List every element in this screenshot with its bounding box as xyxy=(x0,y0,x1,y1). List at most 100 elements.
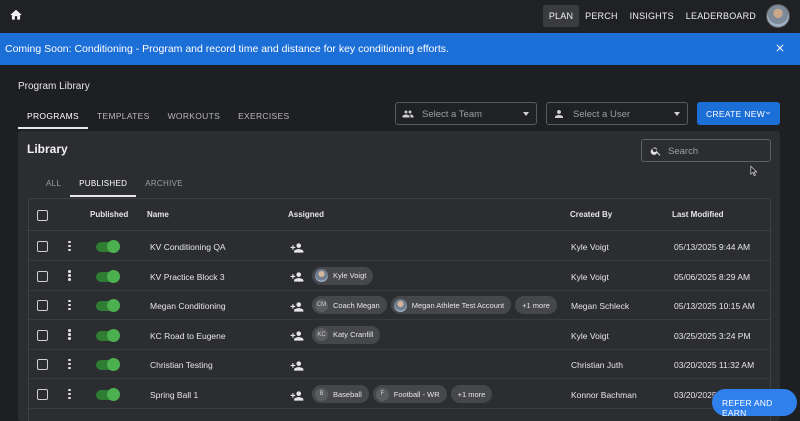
user-select[interactable]: Select a User xyxy=(546,102,688,125)
table-row[interactable]: Megan Conditioning CM Coach Megan Megan Ath… xyxy=(29,290,770,321)
nav-item-perch[interactable]: PERCH xyxy=(579,5,624,27)
published-toggle[interactable] xyxy=(96,299,120,313)
nav-item-leaderboard[interactable]: LEADERBOARD xyxy=(680,5,762,27)
assignee-chip[interactable]: Megan Athlete Test Account xyxy=(390,296,512,315)
assignee-chip[interactable]: F Football - WR xyxy=(372,385,447,403)
tab-programs[interactable]: PROGRAMS xyxy=(18,103,88,129)
create-new-button[interactable]: CREATE NEW xyxy=(697,102,780,125)
assignee-chips: Kyle Voigt xyxy=(312,266,374,285)
person-add-icon[interactable] xyxy=(290,329,304,341)
tab-templates[interactable]: TEMPLATES xyxy=(88,103,159,129)
more-vert-icon[interactable] xyxy=(68,270,71,281)
person-add-icon[interactable] xyxy=(290,389,304,401)
user-avatar[interactable] xyxy=(766,4,790,28)
published-toggle[interactable] xyxy=(96,358,120,372)
nav-item-insights[interactable]: INSIGHTS xyxy=(624,5,680,27)
person-add-icon[interactable] xyxy=(290,270,304,282)
top-nav-bar: PLAN PERCH INSIGHTS LEADERBOARD xyxy=(0,0,800,33)
person-add-icon[interactable] xyxy=(290,359,304,371)
column-name[interactable]: Name xyxy=(147,210,169,219)
page-title: Program Library xyxy=(18,81,90,92)
assignee-label: Coach Megan xyxy=(333,300,380,310)
assignee-chips: CM Coach Megan Megan Athlete Test Account +… xyxy=(312,296,557,315)
program-name[interactable]: KC Road to Eugene xyxy=(150,331,226,341)
program-name[interactable]: Christian Testing xyxy=(150,360,213,370)
column-created-by[interactable]: Created By xyxy=(570,210,612,219)
select-all-checkbox[interactable] xyxy=(37,210,48,221)
subtab-published[interactable]: PUBLISHED xyxy=(70,171,137,197)
assignee-chip[interactable]: CM Coach Megan xyxy=(312,296,387,315)
refer-and-earn-button[interactable]: REFER AND EARN xyxy=(712,389,797,418)
table-row[interactable]: KV Practice Block 3 Kyle Voigt Kyle Voigt 0… xyxy=(29,261,770,291)
refer-and-earn-label: REFER AND EARN xyxy=(722,398,773,418)
last-modified: 05/13/2025 10:15 AM xyxy=(674,301,755,312)
table-row[interactable]: Spring Ball 1 B Baseball F Football - WR +1 m… xyxy=(29,379,770,409)
program-name[interactable]: KV Practice Block 3 xyxy=(150,272,225,282)
more-vert-icon[interactable] xyxy=(68,329,71,340)
search-placeholder: Search xyxy=(668,146,699,157)
more-assignees-chip[interactable]: +1 more xyxy=(515,296,557,315)
library-title: Library xyxy=(27,142,68,156)
team-select[interactable]: Select a Team xyxy=(395,102,537,125)
assignee-avatar xyxy=(393,298,407,312)
row-checkbox[interactable] xyxy=(37,300,48,312)
chevron-down-icon xyxy=(766,111,770,115)
more-vert-icon[interactable] xyxy=(68,388,71,400)
close-icon[interactable] xyxy=(774,42,786,54)
row-checkbox[interactable] xyxy=(37,389,48,400)
last-modified: 05/13/2025 9:44 AM xyxy=(674,242,751,252)
banner-text: Coming Soon: Conditioning - Program and … xyxy=(5,43,449,55)
assignee-label: Megan Athlete Test Account xyxy=(411,300,505,310)
row-checkbox[interactable] xyxy=(37,359,48,371)
assignee-chip[interactable]: B Baseball xyxy=(312,385,369,403)
person-add-icon[interactable] xyxy=(290,300,304,312)
assignee-avatar: KC xyxy=(315,328,328,342)
row-checkbox[interactable] xyxy=(37,329,48,341)
assignee-label: Kyle Voigt xyxy=(333,271,367,281)
nav-item-plan[interactable]: PLAN xyxy=(542,5,580,27)
table-row[interactable]: KC Road to Eugene KC Katy Cranfill Kyle Voi… xyxy=(29,320,770,350)
row-checkbox[interactable] xyxy=(37,241,48,252)
more-assignees-chip[interactable]: +1 more xyxy=(450,385,493,403)
assignee-avatar: F xyxy=(375,387,389,401)
program-name[interactable]: KV Conditioning QA xyxy=(150,242,226,252)
assignee-label: Baseball xyxy=(333,389,362,399)
table-row[interactable]: KV Conditioning QA Kyle Voigt 05/13/2025 9… xyxy=(29,231,770,261)
column-published: Published xyxy=(90,210,129,219)
mouse-cursor-icon xyxy=(750,165,758,177)
published-toggle[interactable] xyxy=(96,388,120,401)
more-vert-icon[interactable] xyxy=(68,240,71,252)
last-modified: 05/06/2025 8:29 AM xyxy=(674,271,751,282)
more-vert-icon[interactable] xyxy=(68,299,71,311)
announcement-banner: Coming Soon: Conditioning - Program and … xyxy=(0,33,800,65)
row-checkbox[interactable] xyxy=(37,270,48,282)
search-input[interactable]: Search xyxy=(641,139,771,162)
published-toggle[interactable] xyxy=(96,328,120,342)
subtab-all[interactable]: ALL xyxy=(37,171,70,197)
published-toggle[interactable] xyxy=(96,240,120,253)
group-icon xyxy=(402,110,414,118)
program-name[interactable]: Megan Conditioning xyxy=(150,301,226,311)
more-vert-icon[interactable] xyxy=(68,358,71,370)
assignee-chips: B Baseball F Football - WR +1 more xyxy=(312,385,493,403)
home-icon[interactable] xyxy=(9,8,23,22)
column-assigned: Assigned xyxy=(288,210,325,219)
person-icon xyxy=(555,110,563,118)
last-modified: 03/25/2025 3:24 PM xyxy=(674,330,751,341)
tab-exercises[interactable]: EXERCISES xyxy=(229,103,298,129)
subtab-archive[interactable]: ARCHIVE xyxy=(136,171,192,197)
chevron-down-icon xyxy=(674,112,680,116)
assignee-chip[interactable]: Kyle Voigt xyxy=(312,266,374,285)
assignee-chip[interactable]: KC Katy Cranfill xyxy=(312,325,381,344)
person-add-icon[interactable] xyxy=(290,241,304,253)
last-modified: 03/20/2025 11:32 AM xyxy=(674,360,755,371)
program-name[interactable]: Spring Ball 1 xyxy=(150,390,198,400)
column-last-modified[interactable]: Last Modified xyxy=(672,210,724,219)
tab-workouts[interactable]: WORKOUTS xyxy=(159,103,229,129)
table-row[interactable]: Christian Testing Christian Juth 03/20/202… xyxy=(29,349,770,380)
assignee-label: Katy Cranfill xyxy=(333,330,374,340)
published-toggle[interactable] xyxy=(96,269,120,283)
table-header: Published Name Assigned Created By Last … xyxy=(29,199,770,231)
chevron-down-icon xyxy=(523,112,529,116)
user-select-placeholder: Select a User xyxy=(573,109,631,120)
